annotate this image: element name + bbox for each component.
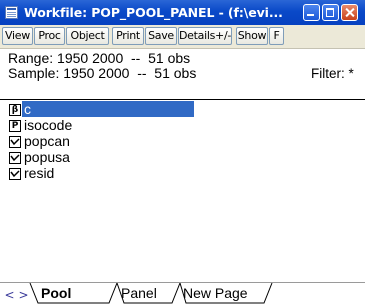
workfile-icon xyxy=(5,6,18,19)
series-icon xyxy=(9,152,21,164)
object-button[interactable]: Object xyxy=(66,27,109,45)
sample-value: 1950 2000 -- 51 obs xyxy=(63,65,197,81)
toolbar: View Proc Object Print Save Details+/- S… xyxy=(0,25,365,49)
close-button[interactable] xyxy=(341,4,358,21)
minimize-button[interactable] xyxy=(303,4,320,21)
tab-scroll-right-button[interactable]: > xyxy=(17,287,30,303)
tab-new-page[interactable]: New Page xyxy=(183,283,248,303)
object-list: β c P isocode popcan popusa resid xyxy=(0,100,365,280)
window-title: Workfile: POP_POOL_PANEL - (f:\evi... xyxy=(24,5,283,20)
fetch-button[interactable]: F xyxy=(269,27,284,45)
sample-line[interactable]: Sample: 1950 2000 -- 51 obs xyxy=(8,65,196,81)
sample-label: Sample: xyxy=(8,65,60,81)
range-value: 1950 2000 -- 51 obs xyxy=(57,50,191,66)
object-name: resid xyxy=(24,165,55,181)
view-button[interactable]: View xyxy=(2,27,33,45)
object-name: popusa xyxy=(24,149,70,165)
range-line[interactable]: Range: 1950 2000 -- 51 obs xyxy=(8,50,190,66)
show-button[interactable]: Show xyxy=(236,27,268,45)
page-tabs: < > Pool Panel New Page xyxy=(0,282,365,307)
workfile-window: Workfile: POP_POOL_PANEL - (f:\evi... Vi… xyxy=(0,0,365,307)
pool-object-icon: P xyxy=(9,120,21,132)
series-icon xyxy=(9,136,21,148)
tab-scroll-left-button[interactable]: < xyxy=(3,287,16,303)
filter-label[interactable]: Filter: * xyxy=(311,66,354,81)
tab-pool[interactable]: Pool xyxy=(41,283,71,303)
series-icon xyxy=(9,168,21,180)
tab-panel[interactable]: Panel xyxy=(121,283,157,303)
save-button[interactable]: Save xyxy=(145,27,177,45)
title-bar[interactable]: Workfile: POP_POOL_PANEL - (f:\evi... xyxy=(0,0,365,25)
print-button[interactable]: Print xyxy=(112,27,144,45)
object-name: isocode xyxy=(24,117,73,133)
workfile-info-panel: Range: 1950 2000 -- 51 obs Sample: 1950 … xyxy=(0,49,365,100)
coef-vector-icon: β xyxy=(9,104,21,116)
maximize-button[interactable] xyxy=(322,4,339,21)
details-button[interactable]: Details+/- xyxy=(178,27,232,45)
proc-button[interactable]: Proc xyxy=(34,27,65,45)
range-label: Range: xyxy=(8,50,54,66)
object-name: c xyxy=(22,101,194,117)
object-name: popcan xyxy=(24,133,70,149)
